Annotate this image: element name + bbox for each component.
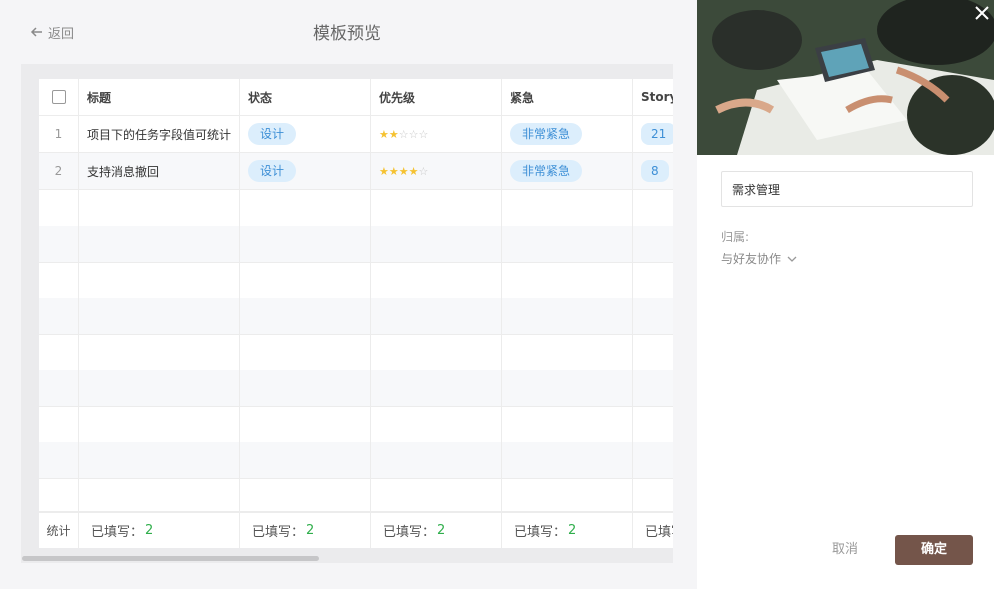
column-header-story[interactable]: Story <box>633 79 673 115</box>
cover-photo <box>697 0 994 155</box>
stat-filled-label: 已填写： <box>383 525 436 540</box>
stat-filled-label: 已填写： <box>514 525 567 540</box>
data-table: 标题 状态 优先级 紧急 Story 1 项目下的任务字段值可统计 设计 ★★☆… <box>39 79 673 548</box>
table-header-row: 标题 状态 优先级 紧急 Story <box>39 79 673 116</box>
row-status-cell[interactable]: 设计 <box>240 116 371 152</box>
row-priority-cell[interactable]: ★ ★ ★ ★ ☆ <box>371 153 502 189</box>
stat-filled-label: 已填写： <box>252 525 305 540</box>
urgency-badge: 非常紧急 <box>510 160 583 182</box>
star-icon: ★ <box>388 164 399 178</box>
star-icon: ★ <box>408 164 419 178</box>
stat-cell: 已填写：2 <box>633 513 673 548</box>
story-badge: 21 <box>641 123 673 145</box>
column-header-status[interactable]: 状态 <box>240 79 371 115</box>
cover-image <box>697 0 994 155</box>
empty-row <box>39 262 673 299</box>
select-all-checkbox[interactable] <box>51 90 66 104</box>
priority-stars: ★ ★ ☆ ☆ ☆ <box>379 128 428 141</box>
table-container: 标题 状态 优先级 紧急 Story 1 项目下的任务字段值可统计 设计 ★★☆… <box>21 64 673 563</box>
column-header-priority[interactable]: 优先级 <box>371 79 502 115</box>
stat-cell: 已填写：2 <box>79 513 240 548</box>
stat-value: 2 <box>306 523 315 538</box>
stats-label: 统计 <box>39 513 79 548</box>
star-icon: ☆ <box>418 127 429 141</box>
stat-filled-label: 已填写： <box>645 525 673 540</box>
stat-value: 2 <box>568 523 577 538</box>
row-status-cell[interactable]: 设计 <box>240 153 371 189</box>
row-priority-cell[interactable]: ★ ★ ☆ ☆ ☆ <box>371 116 502 152</box>
belong-value: 与好友协作 <box>721 252 782 266</box>
empty-row <box>39 334 673 371</box>
row-index: 1 <box>39 116 79 152</box>
empty-row <box>39 370 673 407</box>
stat-filled-label: 已填写： <box>91 525 144 540</box>
column-header-title[interactable]: 标题 <box>79 79 240 115</box>
select-all-cell <box>39 79 79 115</box>
empty-row <box>39 298 673 335</box>
empty-row <box>39 406 673 443</box>
row-story-cell[interactable]: 8 <box>633 153 673 189</box>
column-header-urgency[interactable]: 紧急 <box>502 79 633 115</box>
star-icon: ★ <box>388 127 399 141</box>
cancel-button[interactable]: 取消 <box>823 535 867 565</box>
status-badge: 设计 <box>248 123 297 145</box>
status-badge: 设计 <box>248 160 297 182</box>
row-urgency-cell[interactable]: 非常紧急 <box>502 116 633 152</box>
stat-value: 2 <box>437 523 446 538</box>
stat-cell: 已填写：2 <box>502 513 633 548</box>
row-index: 2 <box>39 153 79 189</box>
row-story-cell[interactable]: 21 <box>633 116 673 152</box>
star-icon: ★ <box>398 164 409 178</box>
template-preview-area: 返回 模板预览 标题 状态 优先级 紧急 Story 1 项目下的任务字段值可统… <box>0 0 697 589</box>
star-icon: ☆ <box>408 127 419 141</box>
empty-row <box>39 442 673 479</box>
empty-row <box>39 190 673 227</box>
table-row[interactable]: 2 支持消息撤回 设计 ★ ★ ★ ★ ☆ 非常紧急 8 <box>39 153 673 190</box>
stat-cell: 已填写：2 <box>240 513 371 548</box>
star-icon: ★ <box>379 164 389 178</box>
stat-value: 2 <box>145 523 154 538</box>
row-urgency-cell[interactable]: 非常紧急 <box>502 153 633 189</box>
empty-row <box>39 478 673 512</box>
row-title[interactable]: 项目下的任务字段值可统计 <box>79 116 240 152</box>
horizontal-scrollbar[interactable] <box>22 556 319 561</box>
template-side-panel: 归属: 与好友协作 取消 确定 <box>697 0 994 589</box>
belong-dropdown[interactable]: 与好友协作 <box>721 250 797 267</box>
belong-label: 归属: <box>721 230 750 244</box>
stat-cell: 已填写：2 <box>371 513 502 548</box>
urgency-badge: 非常紧急 <box>510 123 583 145</box>
stats-row: 统计 已填写：2 已填写：2 已填写：2 已填写：2 已填写：2 <box>39 512 673 548</box>
chevron-down-icon <box>787 256 797 262</box>
template-name-input[interactable] <box>721 171 973 207</box>
star-icon: ☆ <box>418 164 429 178</box>
story-badge: 8 <box>641 160 669 182</box>
page-title: 模板预览 <box>313 24 381 44</box>
empty-row <box>39 226 673 263</box>
star-icon: ★ <box>379 127 389 141</box>
confirm-button[interactable]: 确定 <box>895 535 973 565</box>
priority-stars: ★ ★ ★ ★ ☆ <box>379 165 428 178</box>
table-row[interactable]: 1 项目下的任务字段值可统计 设计 ★ ★ ☆ ☆ ☆ 非常紧急 21 <box>39 116 673 153</box>
close-icon[interactable] <box>973 4 991 22</box>
row-title[interactable]: 支持消息撤回 <box>79 153 240 189</box>
star-icon: ☆ <box>398 127 409 141</box>
